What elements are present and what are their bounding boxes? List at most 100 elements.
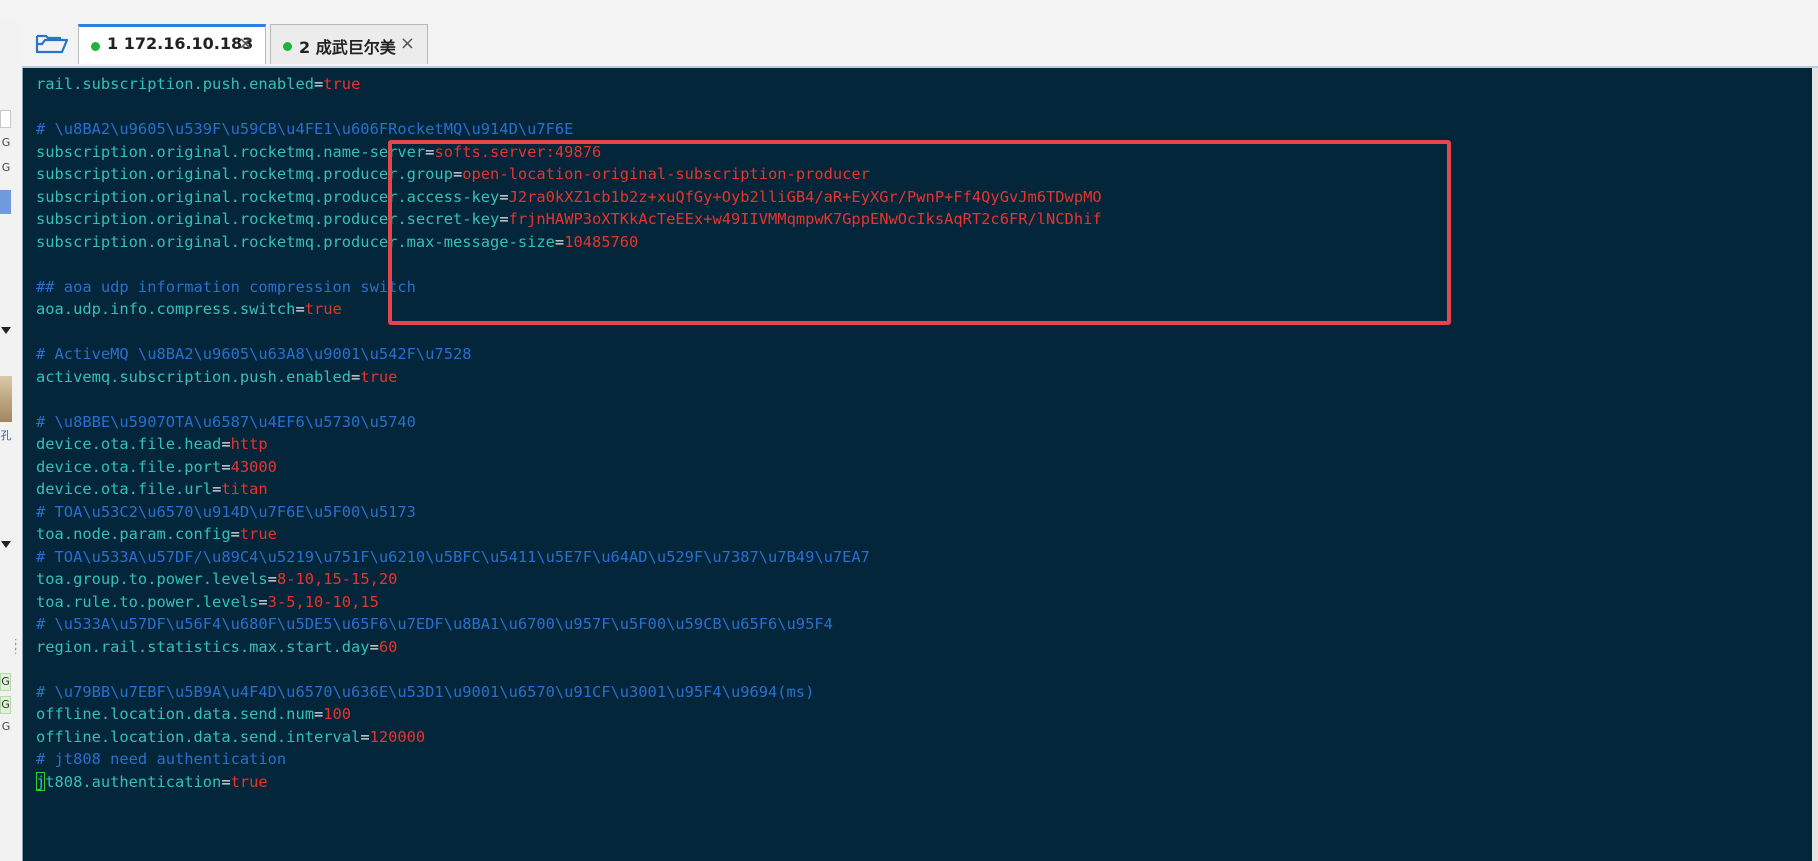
- property-value: softs.server:49876: [434, 142, 602, 161]
- property-value: true: [239, 525, 277, 543]
- property-key: offline.location.data.send.interval: [36, 727, 361, 746]
- open-folder-button[interactable]: [34, 30, 70, 56]
- property-line: rail.subscription.push.enabled=true: [36, 73, 1102, 96]
- equals-sign: =: [554, 232, 565, 251]
- property-key: offline.location.data.send.num: [36, 705, 314, 723]
- comment-text: # ActiveMQ \u8BA2\u9605\u63A8\u9001\u542…: [36, 345, 472, 363]
- property-line: activemq.subscription.push.enabled=true: [36, 366, 1102, 389]
- connection-status-dot-icon: [283, 42, 292, 51]
- property-value: true: [360, 367, 398, 386]
- property-value: open-location-original-subscription-prod…: [462, 165, 870, 183]
- window-top-strip: [0, 0, 1818, 18]
- property-key: aoa.udp.info.compress.switch: [36, 300, 296, 318]
- property-line: subscription.original.rocketmq.producer.…: [36, 186, 1102, 209]
- property-line: offline.location.data.send.num=100: [36, 703, 1102, 726]
- comment-line: ## aoa udp information compression switc…: [36, 276, 1102, 299]
- left-side-panel: G G 孔 ::: G G G: [0, 18, 23, 861]
- property-line: device.ota.file.url=titan: [36, 478, 1102, 501]
- property-line: aoa.udp.info.compress.switch=true: [36, 298, 1102, 321]
- close-icon[interactable]: ×: [400, 33, 415, 54]
- equals-sign: =: [499, 210, 509, 228]
- equals-sign: =: [313, 705, 324, 723]
- comment-text: ## aoa udp information compression switc…: [36, 277, 416, 296]
- property-key: subscription.original.rocketmq.producer.…: [36, 232, 555, 251]
- property-value: 43000: [230, 457, 277, 476]
- equals-sign: =: [369, 637, 379, 656]
- tab-session-1[interactable]: 1 172.16.10.183 ×: [78, 24, 266, 64]
- terminal-output: rail.subscription.push.enabled=true # \u…: [36, 73, 1102, 793]
- property-line: subscription.original.rocketmq.producer.…: [36, 163, 1102, 186]
- equals-sign: =: [221, 457, 231, 476]
- property-value: titan: [221, 480, 268, 498]
- left-panel-glyph: G: [1, 136, 11, 149]
- property-value: true: [304, 300, 342, 318]
- comment-line: # \u533A\u57DF\u56F4\u680F\u5DE5\u65F6\u…: [36, 613, 1102, 636]
- property-key: device.ota.file.head: [36, 435, 222, 453]
- close-icon[interactable]: ×: [238, 33, 253, 54]
- property-line: toa.node.param.config=true: [36, 523, 1102, 546]
- property-key: region.rail.statistics.max.start.day: [36, 637, 370, 656]
- comment-line: # TOA\u53C2\u6570\u914D\u7F6E\u5F00\u517…: [36, 501, 1102, 524]
- property-line: toa.group.to.power.levels=8-10,15-15,20: [36, 568, 1102, 591]
- equals-sign: =: [313, 75, 324, 93]
- property-line: jt808.authentication=true: [36, 771, 1102, 794]
- tab-session-2[interactable]: 2 成武巨尔美 ×: [270, 24, 428, 64]
- property-value: true: [230, 772, 268, 791]
- left-panel-field[interactable]: [0, 110, 11, 128]
- property-value: http: [230, 435, 268, 453]
- property-line: toa.rule.to.power.levels=3-5,10-10,15: [36, 591, 1102, 614]
- comment-line: # \u79BB\u7EBF\u5B9A\u4F4D\u6570\u636E\u…: [36, 681, 1102, 704]
- blank-line: [36, 658, 1102, 681]
- splitter-grip-icon[interactable]: :::: [14, 637, 18, 657]
- property-value: 3-5,10-10,15: [267, 592, 379, 611]
- terminal-view[interactable]: rail.subscription.push.enabled=true # \u…: [22, 68, 1813, 861]
- property-value: true: [323, 75, 361, 93]
- expand-triangle-icon[interactable]: [1, 541, 11, 548]
- property-line: offline.location.data.send.interval=1200…: [36, 726, 1102, 749]
- property-key: subscription.original.rocketmq.producer.…: [36, 165, 453, 183]
- expand-triangle-icon[interactable]: [1, 327, 11, 334]
- property-key: subscription.original.rocketmq.producer.…: [36, 187, 500, 206]
- property-value: 60: [378, 637, 398, 656]
- equals-sign: =: [258, 592, 268, 611]
- session-tab-bar: 1 172.16.10.183 × 2 成武巨尔美 ×: [22, 18, 1818, 68]
- equals-sign: =: [499, 187, 509, 206]
- equals-sign: =: [221, 772, 231, 791]
- comment-line: # \u8BBE\u5907OTA\u6587\u4EF6\u5730\u574…: [36, 411, 1102, 434]
- tab-label: 2 成武巨尔美: [299, 38, 396, 57]
- property-value: frjnHAWP3oXTKkAcTeEEx+w49IIVMMqmpwK7GppE…: [508, 210, 1102, 228]
- property-line: region.rail.statistics.max.start.day=60: [36, 636, 1102, 659]
- property-line: device.ota.file.port=43000: [36, 456, 1102, 479]
- equals-sign: =: [452, 165, 463, 183]
- thumbnail-image: [0, 376, 12, 422]
- property-key: subscription.original.rocketmq.name-serv…: [36, 142, 426, 161]
- left-panel-selected-item[interactable]: [0, 190, 11, 214]
- comment-text: # \u79BB\u7EBF\u5B9A\u4F4D\u6570\u636E\u…: [36, 682, 815, 701]
- property-key: subscription.original.rocketmq.producer.…: [36, 210, 500, 228]
- property-value: 8-10,15-15,20: [276, 570, 398, 588]
- property-value: 100: [323, 705, 352, 723]
- property-key: toa.group.to.power.levels: [36, 570, 268, 588]
- property-key: device.ota.file.url: [36, 480, 213, 498]
- equals-sign: =: [360, 727, 370, 746]
- property-key: jt808.authentication: [36, 772, 222, 791]
- left-panel-glyph: G: [0, 696, 11, 714]
- terminal-scrollbar[interactable]: [1812, 68, 1818, 861]
- blank-line: [36, 388, 1102, 411]
- comment-line: # \u8BA2\u9605\u539F\u59CB\u4FE1\u606FRo…: [36, 118, 1102, 141]
- equals-sign: =: [295, 300, 305, 318]
- property-key: activemq.subscription.push.enabled: [36, 367, 352, 386]
- left-panel-glyph: G: [0, 673, 11, 691]
- property-line: subscription.original.rocketmq.producer.…: [36, 208, 1102, 231]
- blank-line: [36, 96, 1102, 119]
- left-panel-glyph: 孔: [0, 429, 12, 442]
- property-value: 120000: [369, 727, 426, 746]
- property-key: toa.rule.to.power.levels: [36, 592, 259, 611]
- equals-sign: =: [230, 525, 240, 543]
- folder-icon: [35, 34, 69, 54]
- blank-line: [36, 253, 1102, 276]
- comment-text: # TOA\u53C2\u6570\u914D\u7F6E\u5F00\u517…: [36, 502, 416, 521]
- left-panel-glyph: G: [1, 161, 11, 174]
- comment-line: # jt808 need authentication: [36, 748, 1102, 771]
- comment-text: # \u8BA2\u9605\u539F\u59CB\u4FE1\u606FRo…: [36, 120, 574, 138]
